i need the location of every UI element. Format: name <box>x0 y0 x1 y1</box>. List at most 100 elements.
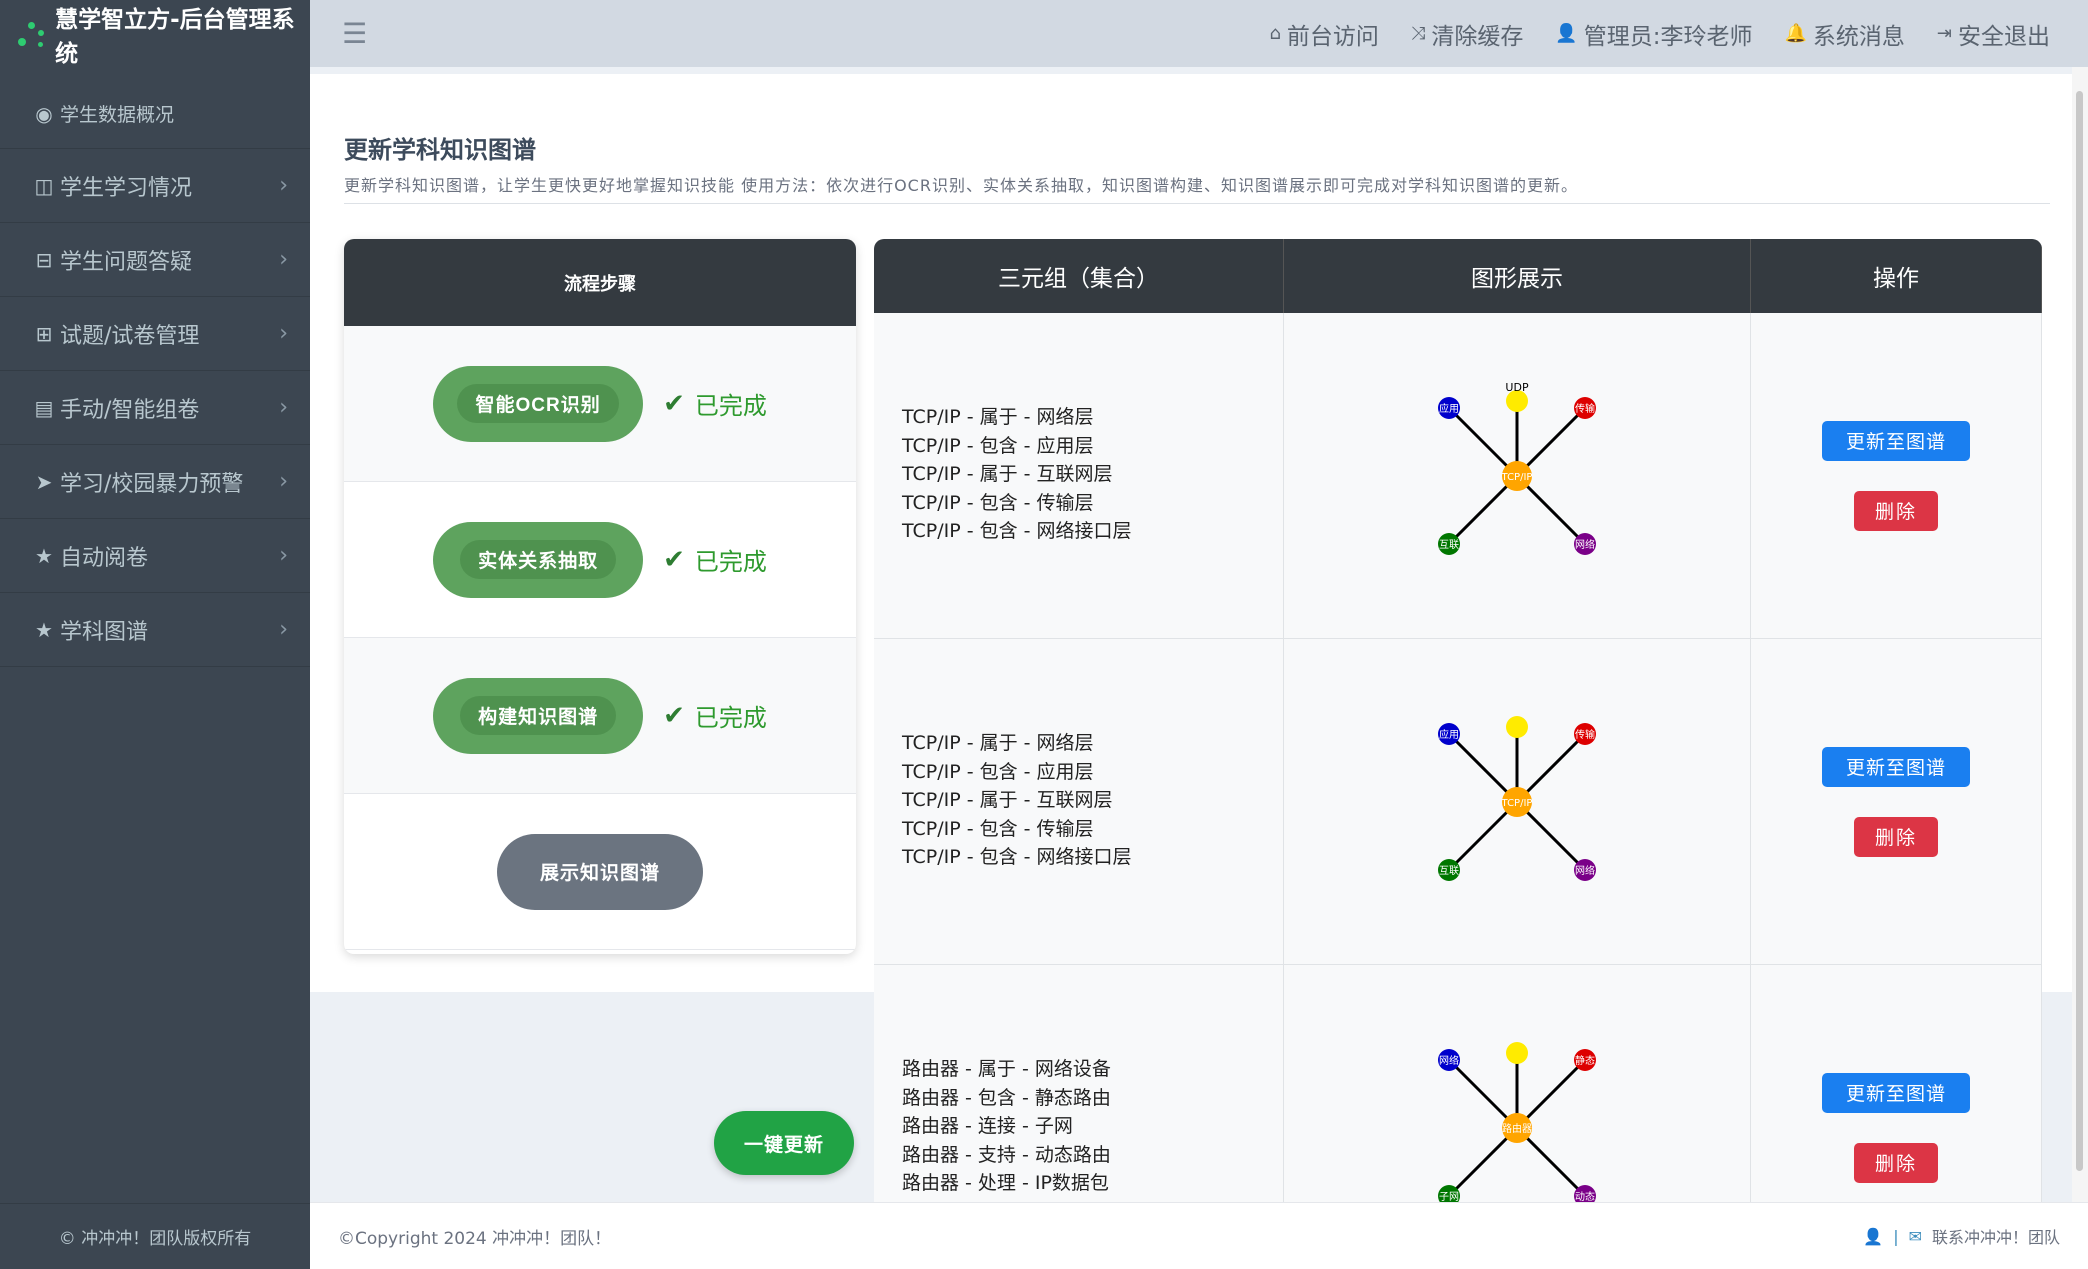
delete-button[interactable]: 删除 <box>1854 1142 1938 1183</box>
sidebar-item-label: 自动阅卷 <box>60 545 149 571</box>
sidebar-item-6[interactable]: ★ 自动阅卷 › <box>0 519 310 593</box>
triple-line: 路由器 - 连接 - 子网 <box>902 1115 1073 1137</box>
sidebar-item-label: 试题/试卷管理 <box>60 323 200 349</box>
contact-link[interactable]: 联系冲冲冲！团队 <box>1932 1224 2060 1248</box>
dashboard-icon: ◉ <box>35 101 53 126</box>
graph-node-label: 网络 <box>1439 1054 1459 1067</box>
scrollbar-thumb[interactable] <box>2076 91 2083 1171</box>
top-link-label: 管理员:李玲老师 <box>1583 23 1753 50</box>
sidebar-item-5[interactable]: ➤ 学习/校园暴力预警 › <box>0 445 310 519</box>
header-triples: 三元组（集合） <box>874 239 1284 313</box>
top-link-0[interactable]: ⌂ 前台访问 <box>1269 17 1378 51</box>
triples-table: 三元组（集合） 图形展示 操作 TCP/IP - 属于 - 网络层 TCP/IP … <box>874 239 2042 1202</box>
graph-node-label: 互联 <box>1439 539 1459 551</box>
sidebar-item-7[interactable]: ★ 学科图谱 › <box>0 593 310 667</box>
top-link-3[interactable]: 🔔 系统消息 <box>1784 17 1904 51</box>
page-title: 更新学科知识图谱 <box>344 136 536 164</box>
bell-icon: 🔔 <box>1784 23 1807 44</box>
update-graph-button[interactable]: 更新至图谱 <box>1822 1072 1970 1113</box>
step-button-3[interactable]: 展示知识图谱 <box>497 833 703 910</box>
top-link-label: 安全退出 <box>1958 23 2050 50</box>
graph-svg: TCP/IP UDP 应用 传输互联 网络 <box>1438 381 1596 555</box>
chevron-right-icon: › <box>279 395 288 420</box>
graph-node-label: 传输 <box>1575 728 1595 741</box>
vertical-scrollbar[interactable] <box>2072 67 2088 1202</box>
chevron-right-icon: › <box>279 617 288 642</box>
triple-line: 路由器 - 属于 - 网络设备 <box>902 1058 1111 1080</box>
sidebar-item-label: 学生学习情况 <box>60 175 193 201</box>
update-graph-button[interactable]: 更新至图谱 <box>1822 420 1970 461</box>
graph-cell: 路由器 网络 静态 子网 动态 <box>1284 965 1751 1202</box>
triple-line: TCP/IP - 属于 - 互联网层 <box>902 789 1113 811</box>
triple-line: TCP/IP - 包含 - 应用层 <box>902 760 1094 783</box>
table-header: 三元组（集合） 图形展示 操作 <box>874 239 2042 313</box>
triple-line: TCP/IP - 包含 - 网络接口层 <box>902 520 1132 542</box>
chevron-right-icon: › <box>279 321 288 346</box>
top-link-label: 系统消息 <box>1812 23 1905 50</box>
steps-card: 流程步骤 智能OCR识别 ✔ 已完成 实体关系抽取 ✔ 已完成 构建知识图谱 ✔ 已完成 展示知识… <box>344 239 856 954</box>
graph-node-label: 路由器 <box>1502 1122 1532 1135</box>
main-content: 更新学科知识图谱 更新学科知识图谱，让学生更快更好地掌握知识技能 使用方法：依次… <box>310 67 2072 1202</box>
list-alt-icon: ▤ <box>34 395 54 420</box>
columns-icon: ◫ <box>34 173 54 198</box>
triple-line: 路由器 - 支持 - 动态路由 <box>902 1143 1111 1166</box>
step-row: 展示知识图谱 <box>344 794 856 950</box>
triples-cell: TCP/IP - 属于 - 网络层 TCP/IP - 包含 - 应用层 TCP/IP… <box>874 313 1284 638</box>
top-link-2[interactable]: 👤 管理员:李玲老师 <box>1555 17 1752 51</box>
app-title: 慧学智立方-后台管理系统 <box>55 6 295 67</box>
envelope-icon: ✉ <box>1908 1226 1922 1246</box>
sidebar-item-0[interactable]: ◉ 学生数据概况 <box>0 67 310 149</box>
step-button-1[interactable]: 实体关系抽取 <box>433 521 644 598</box>
step-status: ✔ 已完成 <box>663 698 767 733</box>
steps-header: 流程步骤 <box>344 239 856 326</box>
sidebar-menu: ◉ 学生数据概况 ◫ 学生学习情况 › ⊟ 学生问题答疑 › ⊞ 试题/试卷管理 › ▤ 手动/智能组卷… <box>0 67 310 667</box>
sidebar-item-label: 学科图谱 <box>60 619 149 645</box>
star-icon: ★ <box>35 617 53 642</box>
home-icon: ⌂ <box>1269 23 1281 44</box>
step-button-2[interactable]: 构建知识图谱 <box>433 677 644 754</box>
graph-node-label: TCP/IP <box>1501 472 1533 483</box>
user-icon: 👤 <box>1863 1226 1884 1246</box>
topbar: ☰ ⌂ 前台访问 ⤨ 清除缓存 👤 管理员:李玲老师 🔔 系统消息 ⇥ 安全退出 <box>310 0 2088 67</box>
divider <box>344 203 2050 204</box>
inbox-icon: ⊟ <box>35 247 53 272</box>
graph-node-label: 应用 <box>1439 728 1459 741</box>
header-actions: 操作 <box>1751 239 2042 313</box>
sidebar-item-label: 手动/智能组卷 <box>60 397 200 423</box>
sidebar-item-2[interactable]: ⊟ 学生问题答疑 › <box>0 223 310 297</box>
sidebar-item-1[interactable]: ◫ 学生学习情况 › <box>0 149 310 223</box>
check-icon: ✔ <box>663 544 685 575</box>
step-row: 智能OCR识别 ✔ 已完成 <box>344 326 856 482</box>
one-key-update-button[interactable]: 一键更新 <box>714 1111 854 1175</box>
graph-svg: TCP/IP 应用 传输互联 网络 <box>1438 715 1596 881</box>
graph-node-label: 网络 <box>1575 538 1595 551</box>
sidebar-item-4[interactable]: ▤ 手动/智能组卷 › <box>0 371 310 445</box>
delete-button[interactable]: 删除 <box>1854 816 1938 857</box>
graph-cell: TCP/IP 应用 传输 互联 网络 <box>1284 639 1751 964</box>
random-icon: ⤨ <box>1410 23 1426 44</box>
triple-line: TCP/IP - 包含 - 应用层 <box>902 434 1094 457</box>
graph-cell: TCP/IP UDP 应用 传输 互联 网络 <box>1284 313 1751 638</box>
delete-button[interactable]: 删除 <box>1854 490 1938 531</box>
chevron-right-icon: › <box>279 173 288 198</box>
graph-node-label: 网络 <box>1575 864 1595 877</box>
triple-line: 路由器 - 处理 - IP数据包 <box>902 1172 1109 1194</box>
top-link-4[interactable]: ⇥ 安全退出 <box>1937 17 2050 51</box>
step-row: 构建知识图谱 ✔ 已完成 <box>344 638 856 794</box>
top-link-label: 前台访问 <box>1286 23 1379 50</box>
brand[interactable]: 慧学智立方-后台管理系统 <box>0 0 310 67</box>
top-link-1[interactable]: ⤨ 清除缓存 <box>1411 17 1523 51</box>
step-button-0[interactable]: 智能OCR识别 <box>433 365 644 442</box>
update-graph-button[interactable]: 更新至图谱 <box>1822 746 1970 787</box>
star-icon: ★ <box>35 543 53 568</box>
graph-node-label: UDP <box>1505 381 1529 394</box>
sidebar-item-3[interactable]: ⊞ 试题/试卷管理 › <box>0 297 310 371</box>
graph-node-label: 静态 <box>1575 1054 1595 1067</box>
triples-cell: 路由器 - 属于 - 网络设备 路由器 - 包含 - 静态路由 路由器 - 连接 -… <box>874 965 1284 1202</box>
footer-contact: 👤 | ✉ 联系冲冲冲！团队 <box>1863 1224 2060 1248</box>
sign-out-icon: ⇥ <box>1936 23 1952 44</box>
triple-line: TCP/IP - 包含 - 网络接口层 <box>902 846 1132 868</box>
check-icon: ✔ <box>663 388 685 419</box>
graph-node-label: TCP/IP <box>1501 798 1533 809</box>
menu-toggle-icon[interactable]: ☰ <box>342 17 367 50</box>
